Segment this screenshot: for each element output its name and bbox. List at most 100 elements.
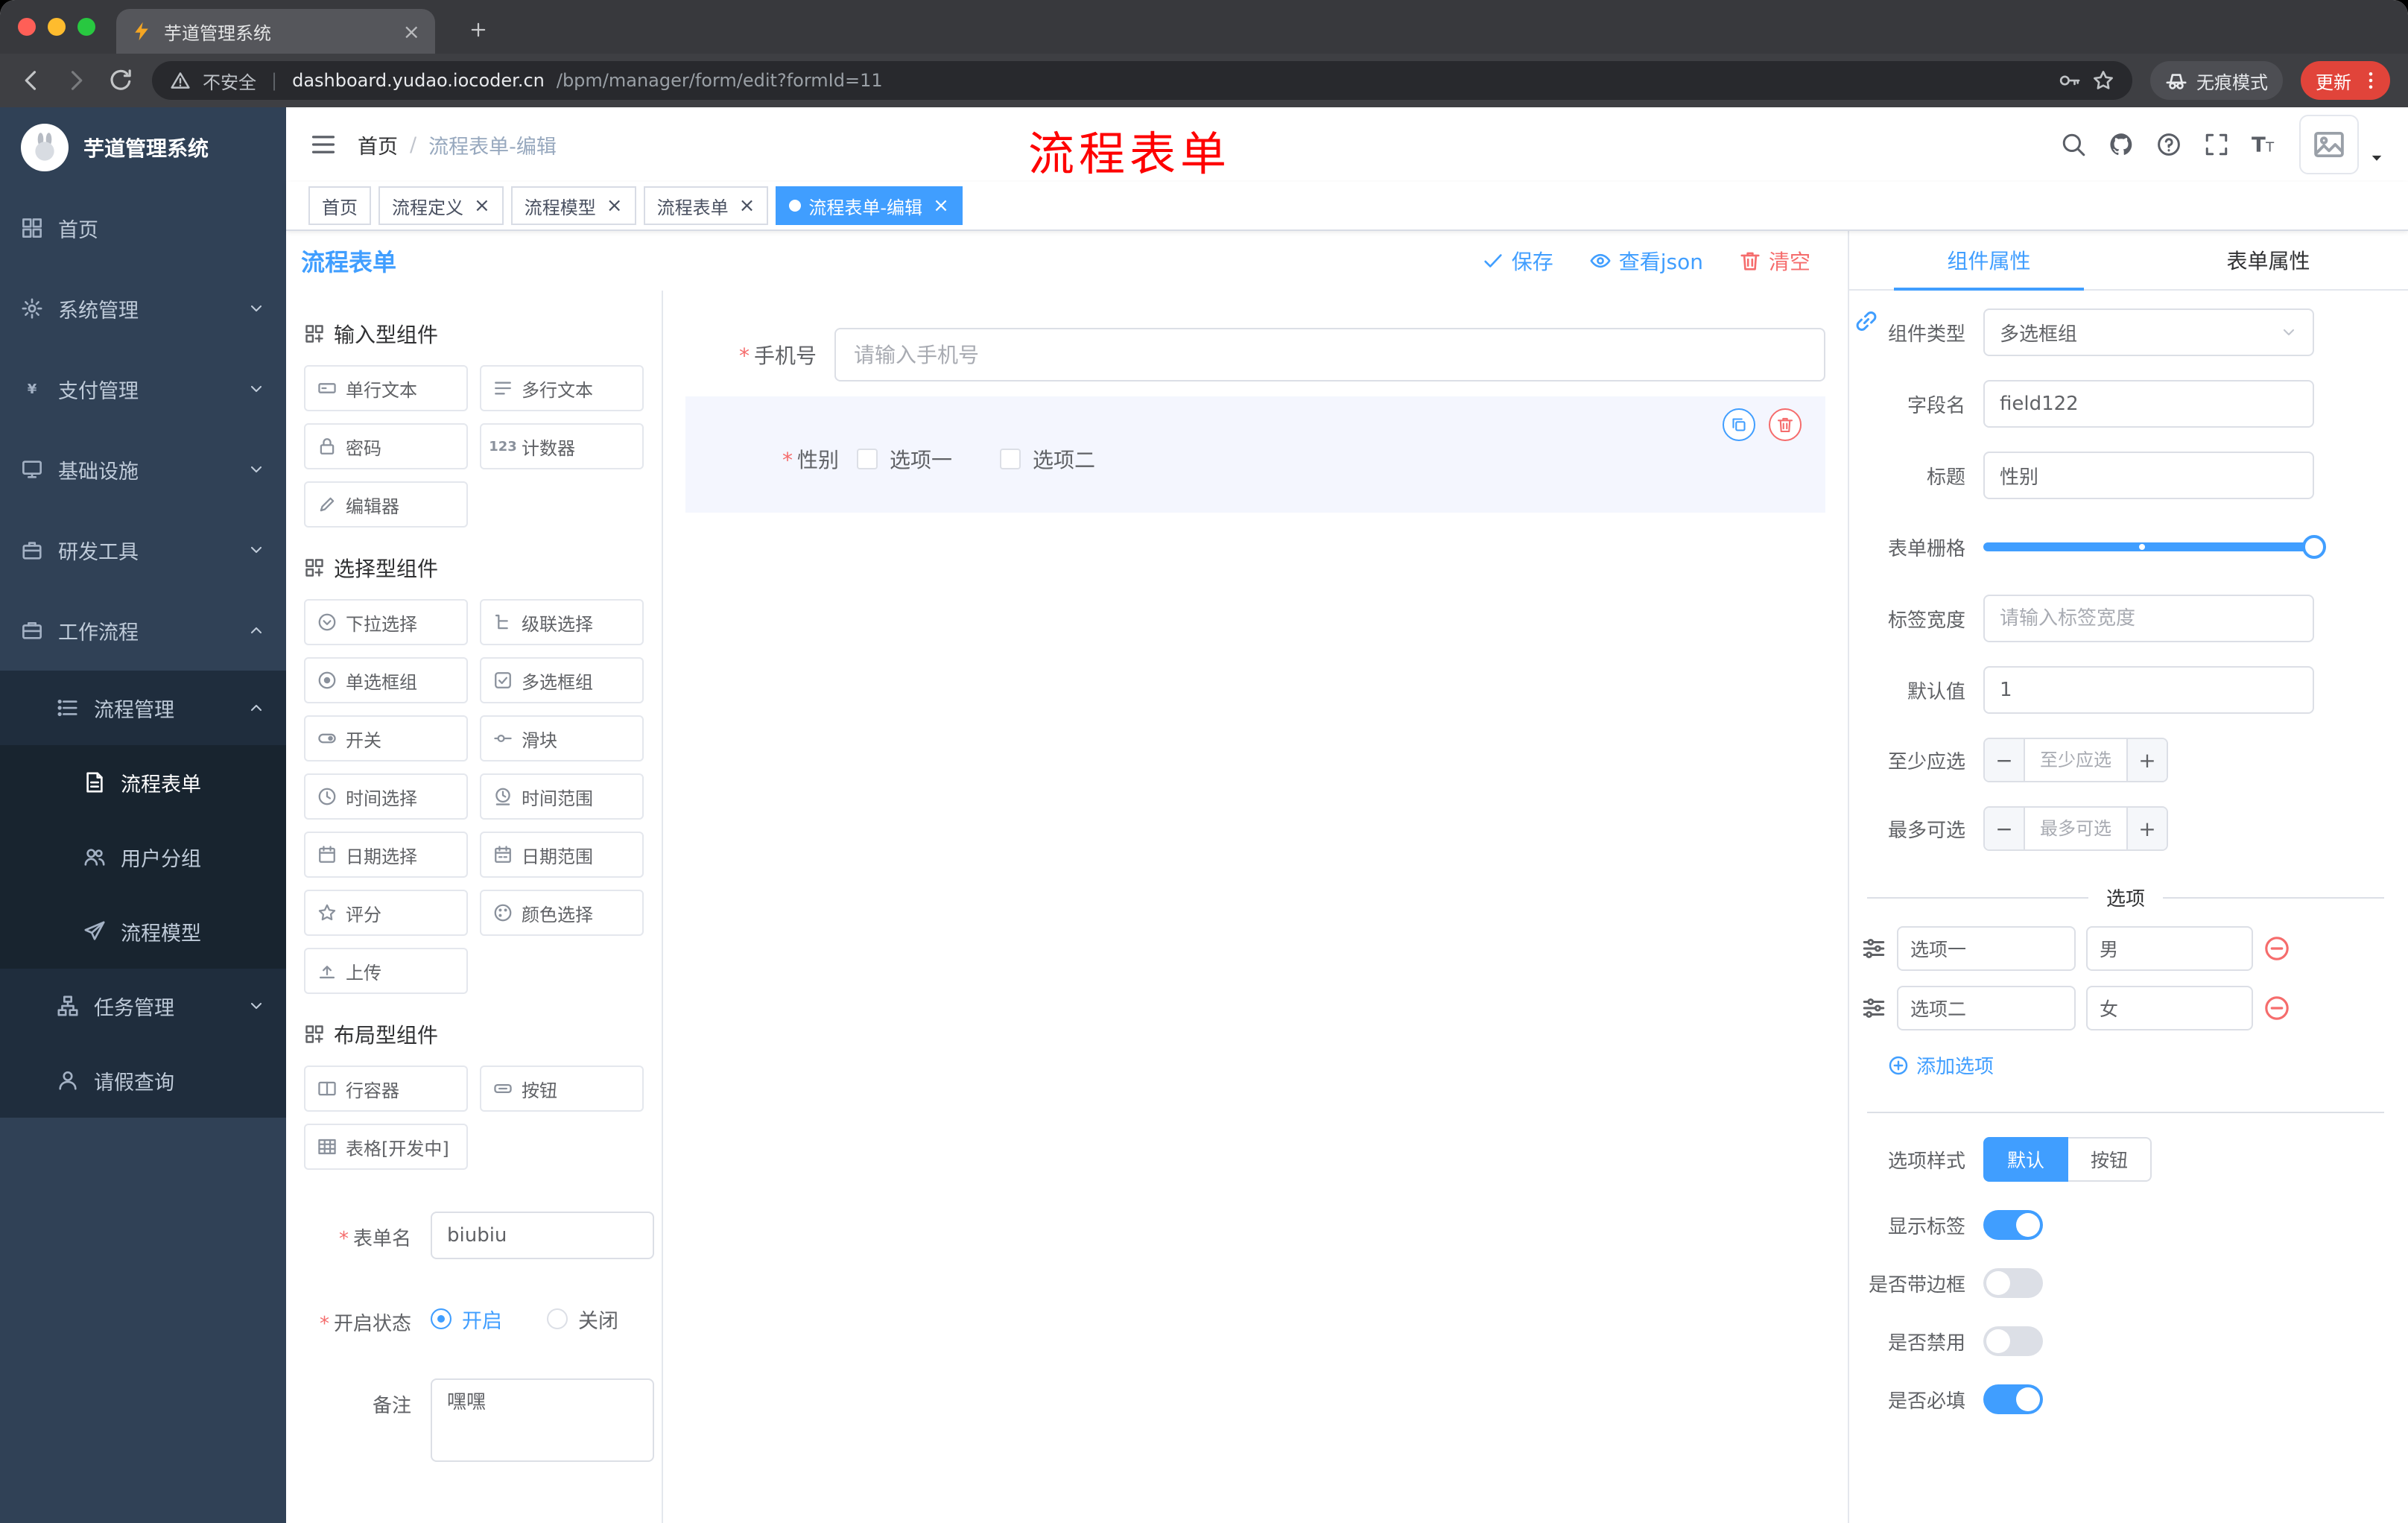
palette-item[interactable]: 表格[开发中]: [304, 1124, 468, 1170]
font-size-icon[interactable]: TT: [2252, 132, 2277, 157]
bookmark-star-icon[interactable]: [2092, 69, 2114, 92]
toggle-disabled[interactable]: [1983, 1326, 2043, 1356]
increase-button[interactable]: +: [2126, 739, 2167, 781]
grid-slider[interactable]: [1983, 523, 2326, 571]
palette-item[interactable]: 日期选择: [304, 832, 468, 878]
form-name-input[interactable]: [431, 1212, 654, 1259]
checkbox-option-1[interactable]: 选项一: [857, 444, 952, 474]
palette-item[interactable]: 密码: [304, 423, 468, 469]
kebab-menu-icon[interactable]: [2360, 70, 2381, 91]
palette-item[interactable]: 单选框组: [304, 657, 468, 703]
new-tab-button[interactable]: [459, 10, 498, 49]
view-json-button[interactable]: 查看json: [1589, 246, 1703, 276]
decrease-button[interactable]: −: [1985, 808, 2025, 849]
tag-流程定义[interactable]: 流程定义 ×: [378, 186, 504, 225]
palette-item[interactable]: 多行文本: [480, 365, 644, 411]
add-option-button[interactable]: 添加选项: [1888, 1051, 2390, 1079]
palette-item[interactable]: 开关: [304, 715, 468, 762]
sidebar-item-home[interactable]: 首页: [0, 188, 286, 268]
checkbox-option-2[interactable]: 选项二: [1000, 444, 1095, 474]
tag-流程表单-编辑[interactable]: 流程表单-编辑 ×: [776, 186, 963, 225]
option-label-input[interactable]: [1897, 926, 2076, 971]
remove-option-button[interactable]: [2263, 995, 2290, 1022]
style-default-button[interactable]: 默认: [1983, 1137, 2069, 1182]
question-icon[interactable]: [2156, 132, 2182, 157]
palette-item[interactable]: 单行文本: [304, 365, 468, 411]
max-select-input[interactable]: [2025, 808, 2126, 849]
form-remark-textarea[interactable]: 嘿嘿: [431, 1378, 654, 1462]
caret-down-icon[interactable]: [2369, 151, 2384, 165]
delete-widget-button[interactable]: [1769, 408, 1802, 441]
hamburger-icon[interactable]: [310, 131, 337, 158]
palette-item[interactable]: 评分: [304, 890, 468, 936]
sidebar-item-payment-management[interactable]: ¥ 支付管理: [0, 349, 286, 429]
palette-item[interactable]: 颜色选择: [480, 890, 644, 936]
option-value-input[interactable]: [2086, 926, 2253, 971]
checkbox-icon[interactable]: [857, 449, 878, 469]
slider-handle[interactable]: [2302, 535, 2326, 559]
key-icon[interactable]: [2058, 69, 2080, 92]
sidebar-item-process-model[interactable]: 流程模型: [0, 894, 286, 969]
sidebar-logo[interactable]: 芋道管理系统: [0, 107, 286, 188]
gender-field-selected[interactable]: 性别 选项一 选项二: [685, 396, 1825, 513]
back-icon[interactable]: [18, 67, 45, 94]
url-bar[interactable]: 不安全 | dashboard.yudao.iocoder.cn/bpm/man…: [152, 61, 2132, 100]
tab-component-props[interactable]: 组件属性: [1849, 231, 2129, 291]
label-width-input[interactable]: [1983, 595, 2314, 642]
sidebar-item-infrastructure[interactable]: 基础设施: [0, 429, 286, 510]
sidebar-item-workflow[interactable]: 工作流程: [0, 590, 286, 671]
sidebar-item-system-management[interactable]: 系统管理: [0, 268, 286, 349]
status-on-radio[interactable]: 开启: [431, 1305, 502, 1334]
palette-item[interactable]: 多选框组: [480, 657, 644, 703]
form-canvas[interactable]: 手机号 性别: [663, 291, 1848, 1523]
status-off-radio[interactable]: 关闭: [547, 1305, 618, 1334]
phone-field[interactable]: 手机号: [685, 328, 1825, 381]
field-name-input[interactable]: [1983, 380, 2314, 428]
sidebar-item-task-management[interactable]: 任务管理: [0, 969, 286, 1043]
palette-item[interactable]: 行容器: [304, 1066, 468, 1112]
palette-item[interactable]: 时间选择: [304, 773, 468, 820]
zoom-window-button[interactable]: [77, 18, 95, 36]
tag-流程模型[interactable]: 流程模型 ×: [510, 186, 636, 225]
clear-button[interactable]: 清空: [1739, 246, 1810, 276]
forward-icon[interactable]: [63, 67, 89, 94]
close-icon[interactable]: ×: [739, 196, 755, 215]
palette-item[interactable]: 编辑器: [304, 481, 468, 528]
search-icon[interactable]: [2061, 132, 2086, 157]
tab-form-props[interactable]: 表单属性: [2129, 231, 2408, 289]
update-button[interactable]: 更新: [2301, 61, 2390, 100]
tab-close-icon[interactable]: ×: [403, 19, 420, 44]
minimize-window-button[interactable]: [48, 18, 66, 36]
close-icon[interactable]: ×: [606, 196, 623, 215]
github-icon[interactable]: [2108, 132, 2134, 157]
option-value-input[interactable]: [2086, 986, 2253, 1030]
close-window-button[interactable]: [18, 18, 36, 36]
title-input[interactable]: [1983, 452, 2314, 499]
palette-item[interactable]: 按钮: [480, 1066, 644, 1112]
toggle-show-label[interactable]: [1983, 1210, 2043, 1240]
sidebar-item-dev-tools[interactable]: 研发工具: [0, 510, 286, 590]
close-icon[interactable]: ×: [933, 196, 949, 215]
palette-item[interactable]: 上传: [304, 948, 468, 994]
option-label-input[interactable]: [1897, 986, 2076, 1030]
fullscreen-icon[interactable]: [2204, 132, 2229, 157]
default-value-input[interactable]: [1983, 666, 2314, 714]
reload-icon[interactable]: [107, 67, 134, 94]
palette-item[interactable]: 级联选择: [480, 599, 644, 645]
phone-input[interactable]: [834, 328, 1825, 381]
sidebar-item-process-form[interactable]: 流程表单: [0, 745, 286, 820]
copy-widget-button[interactable]: [1723, 408, 1755, 441]
decrease-button[interactable]: −: [1985, 739, 2025, 781]
sidebar-item-leave-query[interactable]: 请假查询: [0, 1043, 286, 1118]
sidebar-item-user-group[interactable]: 用户分组: [0, 820, 286, 894]
avatar[interactable]: [2299, 115, 2359, 174]
component-type-select[interactable]: 多选框组: [1983, 308, 2314, 356]
palette-item[interactable]: 滑块: [480, 715, 644, 762]
save-button[interactable]: 保存: [1482, 246, 1553, 276]
close-icon[interactable]: ×: [474, 196, 490, 215]
checkbox-icon[interactable]: [1000, 449, 1021, 469]
palette-item[interactable]: 123 计数器: [480, 423, 644, 469]
palette-item[interactable]: 时间范围: [480, 773, 644, 820]
palette-item[interactable]: 下拉选择: [304, 599, 468, 645]
remove-option-button[interactable]: [2263, 935, 2290, 962]
